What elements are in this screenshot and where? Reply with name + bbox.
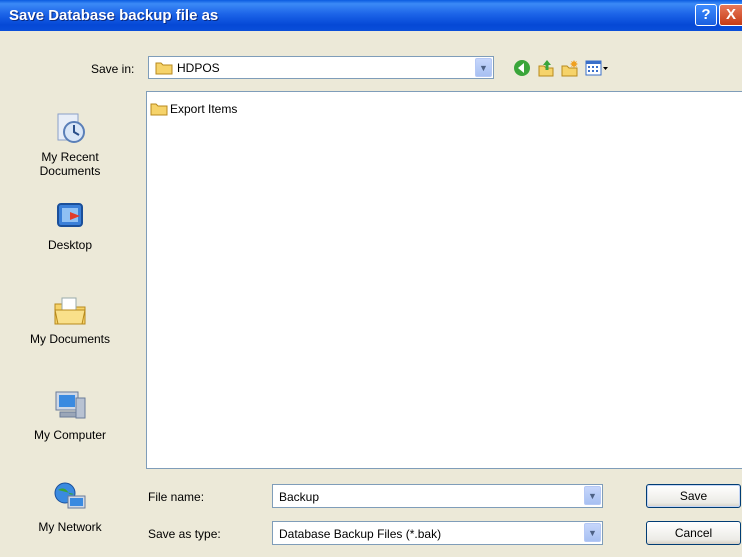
place-desktop[interactable]: Desktop xyxy=(0,198,140,252)
help-button[interactable]: ? xyxy=(695,4,717,26)
back-icon[interactable] xyxy=(512,58,532,78)
my-network-icon xyxy=(54,482,86,509)
cancel-button[interactable]: Cancel xyxy=(646,521,741,545)
place-my-recent-documents[interactable]: My Recent Documents xyxy=(0,110,140,178)
file-list[interactable]: Export Items xyxy=(146,91,742,469)
save-in-value: HDPOS xyxy=(177,61,220,75)
file-name-value: Backup xyxy=(279,490,320,504)
save-as-type-label: Save as type: xyxy=(148,527,221,541)
file-name: Export Items xyxy=(170,102,238,116)
place-my-documents[interactable]: My Documents xyxy=(0,292,140,346)
place-label: Desktop xyxy=(47,238,93,252)
desktop-icon xyxy=(57,203,83,227)
chevron-down-icon[interactable]: ▼ xyxy=(584,486,601,505)
window-title: Save Database backup file as xyxy=(9,7,219,24)
file-name-label: File name: xyxy=(148,490,205,504)
place-label-line2: Documents xyxy=(39,164,101,178)
save-in-dropdown[interactable]: HDPOS ▼ xyxy=(148,56,494,79)
place-my-computer[interactable]: My Computer xyxy=(0,388,140,442)
chevron-down-icon[interactable]: ▼ xyxy=(475,58,492,77)
my-computer-icon xyxy=(55,391,86,419)
place-my-network[interactable]: My Network xyxy=(0,480,140,534)
close-button[interactable]: X xyxy=(719,4,742,26)
list-item[interactable]: Export Items xyxy=(150,102,237,116)
title-bar[interactable]: Save Database backup file as ? X xyxy=(0,0,742,31)
new-folder-icon[interactable] xyxy=(560,58,580,78)
save-in-label: Save in: xyxy=(91,62,135,76)
place-label: My Network xyxy=(38,520,102,534)
places-bar: My Recent Documents Desktop My Documents… xyxy=(0,86,140,557)
my-documents-icon xyxy=(54,297,86,325)
save-as-type-value: Database Backup Files (*.bak) xyxy=(279,527,442,541)
folder-icon xyxy=(150,103,168,116)
place-label: My Computer xyxy=(33,428,107,442)
save-as-type-dropdown[interactable]: Database Backup Files (*.bak) ▼ xyxy=(272,521,603,545)
file-name-field[interactable]: Backup ▼ xyxy=(272,484,603,508)
up-folder-icon[interactable] xyxy=(536,58,556,78)
recent-documents-icon xyxy=(57,113,85,143)
place-label-line1: My Recent xyxy=(41,150,99,164)
view-menu-icon[interactable] xyxy=(584,58,610,78)
place-label: My Documents xyxy=(29,332,111,346)
folder-icon xyxy=(155,62,173,75)
chevron-down-icon[interactable]: ▼ xyxy=(584,523,601,542)
save-button[interactable]: Save xyxy=(646,484,741,508)
